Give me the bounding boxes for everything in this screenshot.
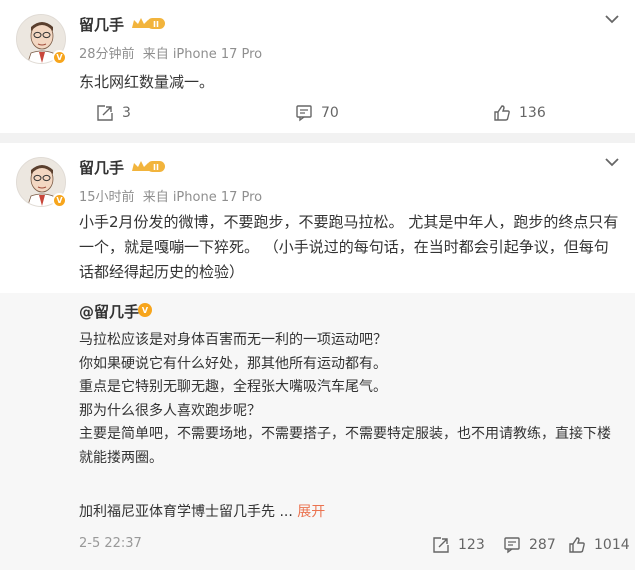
reposted-content[interactable]: @留几手 V 马拉松应该是对身体百害而无一利的一项运动吧？ 你如果硬说它有什么好…	[0, 293, 635, 570]
verified-badge-icon: V	[52, 50, 67, 65]
post-card: V 留几手 II 15小时前 来自 iPhone 17 Pro 小手2月份发的微…	[0, 143, 635, 570]
post-text: 东北网红数量减一。	[79, 73, 215, 91]
post-text-line: 一个，就是嘎嘣一下猝死。 （小手说过的每句话，在当时都会引起争议，但每句	[79, 238, 609, 256]
post-text: 小手2月份发的微博，不要跑步，不要跑马拉松。 尤其是中年人，跑步的终点只有 一个…	[79, 210, 619, 285]
repost-text-line: 马拉松应该是对身体百害而无一利的一项运动吧？	[79, 332, 387, 348]
like-button[interactable]: 136	[493, 101, 546, 125]
comment-count: 70	[321, 105, 339, 121]
action-bar: 3 70 136	[79, 101, 635, 125]
repost-icon	[433, 537, 449, 553]
repost-button[interactable]: 3	[96, 101, 131, 125]
verified-badge-icon: V	[52, 193, 67, 208]
repost-text-line: 就能搂两圈。	[79, 449, 163, 466]
repost-text-line: 那为什么很多人喜欢跑步呢？	[79, 402, 261, 419]
like-count: 136	[519, 105, 546, 121]
chevron-down-icon[interactable]	[605, 157, 619, 167]
repost-text-line: 主要是简单吧，不需要场地，不需要搭子，不需要特定服装，也不用请教练，直接下楼	[79, 426, 611, 443]
repost-author-mention[interactable]: @留几手	[79, 301, 139, 322]
repost-button[interactable]: 123	[432, 533, 485, 557]
post-time[interactable]: 28分钟前	[79, 47, 135, 62]
repost-count: 3	[122, 105, 131, 121]
comment-button[interactable]: 70	[295, 101, 339, 125]
crown-level-text: II	[153, 163, 159, 172]
post-text-line: 小手2月份发的微博，不要跑步，不要跑马拉松。 尤其是中年人，跑步的终点只有	[79, 213, 619, 231]
author-name[interactable]: 留几手	[79, 14, 124, 35]
verified-badge-icon: V	[138, 303, 152, 317]
repost-text-line: 重点是它特别无聊无趣，全程张大嘴吸汽车尾气。	[79, 379, 387, 396]
post-source: 来自 iPhone 17 Pro	[142, 190, 263, 205]
post-meta: 15小时前 来自 iPhone 17 Pro	[79, 186, 266, 205]
like-count: 1014	[594, 537, 630, 553]
post-time[interactable]: 15小时前	[79, 190, 135, 205]
comment-count: 287	[529, 537, 556, 553]
like-button[interactable]: 1014	[568, 533, 630, 557]
post-meta: 28分钟前 来自 iPhone 17 Pro	[79, 43, 266, 62]
crown-level-icon: II	[132, 18, 165, 29]
repost-signature-text: 加利福尼亚体育学博士留几手先 ...	[79, 504, 293, 520]
repost-count: 123	[458, 537, 485, 553]
author-name[interactable]: 留几手	[79, 157, 124, 178]
post-text-line: 话都经得起历史的检验）	[79, 263, 245, 281]
thumbs-up-icon	[569, 537, 585, 553]
comment-icon	[504, 537, 520, 554]
chevron-down-icon[interactable]	[605, 14, 619, 24]
repost-action-bar: 123 287 1014	[0, 533, 635, 557]
repost-text: 马拉松应该是对身体百害而无一利的一项运动吧？ 你如果硬说它有什么好处，那其他所有…	[79, 329, 619, 471]
thumbs-up-icon	[494, 105, 510, 121]
repost-icon	[97, 105, 113, 121]
comment-button[interactable]: 287	[503, 533, 556, 557]
post-card: V 留几手 II 28分钟前 来自 iPhone 17 Pro 东北网红数量减一…	[0, 0, 635, 133]
repost-signature: 加利福尼亚体育学博士留几手先 ... 展开	[79, 501, 325, 521]
comment-icon	[296, 105, 312, 122]
crown-level-text: II	[153, 20, 159, 29]
post-source: 来自 iPhone 17 Pro	[142, 47, 263, 62]
repost-text-line: 你如果硬说它有什么好处，那其他所有运动都有。	[79, 355, 387, 372]
expand-link[interactable]: 展开	[297, 504, 325, 520]
crown-level-icon: II	[132, 161, 165, 172]
